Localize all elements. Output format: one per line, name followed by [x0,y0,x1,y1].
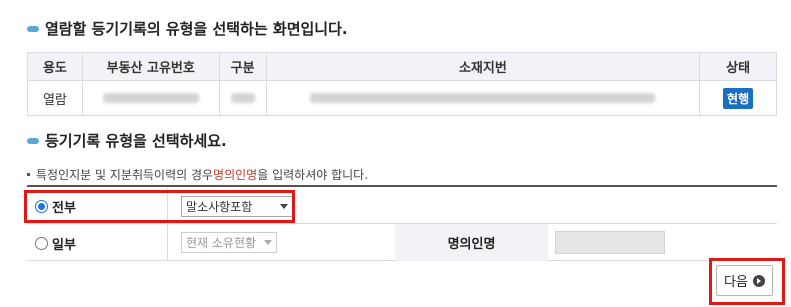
col-header-usage: 용도 [27,52,83,81]
property-table: 용도 부동산 고유번호 구분 소재지번 상태 열람 현행 [27,52,777,116]
radio-partial-label: 일부 [52,238,76,253]
notice-text: 특정인지분 및 지분취득이력의 경우 명의인명 을 입력하셔야 합니다. [27,166,368,183]
section-heading: 등기기록 유형을 선택하세요. [27,130,227,151]
page-heading: 열람할 등기기록의 유형을 선택하는 화면입니다. [27,18,348,39]
column-divider [167,224,168,260]
bullet-icon [27,137,39,144]
notice-prefix: 특정인지분 및 지분취득이력의 경우 [36,168,214,182]
highlight-box-full-option [24,190,295,223]
bullet-icon [27,25,39,32]
cell-address-redacted [265,80,701,116]
owner-name-input[interactable] [555,231,665,254]
partial-scope-select[interactable]: 현재 소유현황 [181,232,277,253]
status-badge: 현행 [723,87,754,109]
radio-unchecked-icon[interactable] [35,237,48,250]
option-row-partial: 일부 현재 소유현황 명의인명 [27,224,777,261]
table-row: 열람 현행 [27,80,777,116]
cell-type-redacted [218,80,267,116]
name-label: 명의인명 [395,224,548,261]
notice-suffix: 을 입력하셔야 합니다. [257,168,369,182]
table-header-row: 용도 부동산 고유번호 구분 소재지번 상태 [27,52,777,81]
chevron-down-icon [264,240,272,245]
partial-scope-select-value: 현재 소유현황 [186,236,257,250]
section-heading-text: 등기기록 유형을 선택하세요. [45,132,227,150]
cell-usage: 열람 [27,80,83,116]
cell-unique-number-redacted [81,80,220,116]
col-header-status: 상태 [699,52,777,81]
col-header-address: 소재지번 [265,52,701,81]
highlight-box-next-button [709,258,785,305]
cell-status: 현행 [699,80,777,116]
col-header-type: 구분 [218,52,267,81]
bullet-dot-icon [27,173,30,176]
page-heading-text: 열람할 등기기록의 유형을 선택하는 화면입니다. [45,20,348,38]
col-header-unique-number: 부동산 고유번호 [81,52,220,81]
notice-highlight: 명의인명 [213,168,258,182]
radio-partial[interactable]: 일부 [35,234,76,253]
